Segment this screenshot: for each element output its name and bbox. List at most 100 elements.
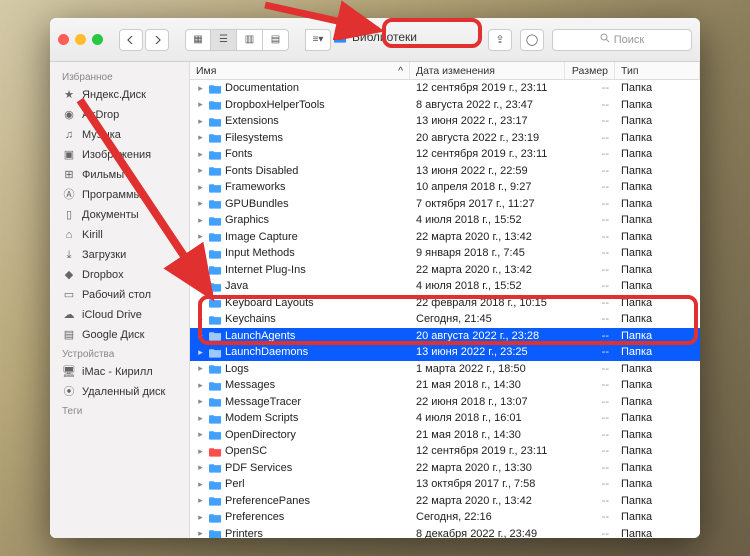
table-row[interactable]: ▸ OpenSC 12 сентября 2019 г., 23:11 -- П…	[190, 443, 700, 460]
view-gallery-button[interactable]: ▤	[263, 29, 289, 51]
sidebar-item[interactable]: ⒶПрограммы	[50, 185, 189, 205]
sidebar-item[interactable]: ◆Dropbox	[50, 265, 189, 285]
table-row[interactable]: ▸ Messages 21 мая 2018 г., 14:30 -- Папк…	[190, 377, 700, 394]
table-row[interactable]: ▸ Frameworks 10 апреля 2018 г., 9:27 -- …	[190, 179, 700, 196]
sidebar-item[interactable]: ★Яндекс.Диск	[50, 85, 189, 105]
view-column-button[interactable]: ▥	[237, 29, 263, 51]
table-row[interactable]: ▸ Modem Scripts 4 июля 2018 г., 16:01 --…	[190, 410, 700, 427]
col-size[interactable]: Размер	[565, 62, 615, 79]
table-row[interactable]: ▸ Image Capture 22 марта 2020 г., 13:42 …	[190, 229, 700, 246]
sidebar-item-label: Kirill	[82, 227, 103, 243]
disclosure-triangle-icon[interactable]: ▸	[196, 99, 205, 110]
forward-button[interactable]	[145, 29, 169, 51]
col-kind[interactable]: Тип	[615, 62, 700, 79]
disclosure-triangle-icon[interactable]: ▸	[196, 446, 205, 457]
sidebar-item[interactable]: 🖥iMac - Кирилл	[50, 362, 189, 382]
sidebar-item[interactable]: ▤Google Диск	[50, 325, 189, 345]
disclosure-triangle-icon[interactable]: ▸	[196, 413, 205, 424]
table-row[interactable]: ▸ Documentation 12 сентября 2019 г., 23:…	[190, 80, 700, 97]
file-name: LaunchAgents	[225, 330, 295, 342]
table-row[interactable]: ▸ Extensions 13 июня 2022 г., 23:17 -- П…	[190, 113, 700, 130]
disclosure-triangle-icon[interactable]: ▸	[196, 479, 205, 490]
table-row[interactable]: ▸ Java 4 июля 2018 г., 15:52 -- Папка	[190, 278, 700, 295]
sidebar-item[interactable]: ☁iCloud Drive	[50, 305, 189, 325]
sidebar-item[interactable]: ⌂Kirill	[50, 225, 189, 245]
file-date: 7 октября 2017 г., 11:27	[410, 198, 565, 210]
disclosure-triangle-icon[interactable]: ▸	[196, 347, 205, 358]
table-row[interactable]: ▸ Keyboard Layouts 22 февраля 2018 г., 1…	[190, 295, 700, 312]
sidebar-item-icon: ▯	[62, 207, 76, 223]
col-date[interactable]: Дата изменения	[410, 62, 565, 79]
folder-icon	[208, 330, 222, 342]
sidebar-item[interactable]: ▣Изображения	[50, 145, 189, 165]
disclosure-triangle-icon[interactable]: ▸	[196, 165, 205, 176]
table-row[interactable]: ▸ Keychains Сегодня, 21:45 -- Папка	[190, 311, 700, 328]
tags-button[interactable]: ◯	[520, 29, 544, 51]
close-button[interactable]	[58, 34, 69, 45]
file-size: --	[565, 396, 615, 408]
disclosure-triangle-icon[interactable]: ▸	[196, 198, 205, 209]
disclosure-triangle-icon[interactable]: ▸	[196, 149, 205, 160]
table-row[interactable]: ▸ Internet Plug-Ins 22 марта 2020 г., 13…	[190, 262, 700, 279]
sidebar-item[interactable]: ▯Документы	[50, 205, 189, 225]
disclosure-triangle-icon[interactable]: ▸	[196, 396, 205, 407]
disclosure-triangle-icon[interactable]: ▸	[196, 248, 205, 259]
table-row[interactable]: ▸ Fonts Disabled 13 июня 2022 г., 22:59 …	[190, 163, 700, 180]
table-row[interactable]: ▸ MessageTracer 22 июня 2018 г., 13:07 -…	[190, 394, 700, 411]
view-icon-button[interactable]: ▦	[185, 29, 211, 51]
sidebar-item[interactable]: ⊞Фильмы	[50, 165, 189, 185]
disclosure-triangle-icon[interactable]: ▸	[196, 297, 205, 308]
disclosure-triangle-icon[interactable]: ▸	[196, 462, 205, 473]
table-row[interactable]: ▸ Preferences Сегодня, 22:16 -- Папка	[190, 509, 700, 526]
file-date: 12 сентября 2019 г., 23:11	[410, 148, 565, 160]
minimize-button[interactable]	[75, 34, 86, 45]
disclosure-triangle-icon[interactable]: ▸	[196, 116, 205, 127]
table-row[interactable]: ▸ LaunchAgents 20 августа 2022 г., 23:28…	[190, 328, 700, 345]
table-row[interactable]: ▸ PreferencePanes 22 марта 2020 г., 13:4…	[190, 493, 700, 510]
disclosure-triangle-icon[interactable]: ▸	[196, 231, 205, 242]
table-row[interactable]: ▸ Perl 13 октября 2017 г., 7:58 -- Папка	[190, 476, 700, 493]
col-name[interactable]: Имя ^	[190, 62, 410, 79]
disclosure-triangle-icon[interactable]: ▸	[196, 363, 205, 374]
table-row[interactable]: ▸ Logs 1 марта 2022 г., 18:50 -- Папка	[190, 361, 700, 378]
disclosure-triangle-icon[interactable]: ▸	[196, 182, 205, 193]
file-size: --	[565, 330, 615, 342]
disclosure-triangle-icon[interactable]: ▸	[196, 264, 205, 275]
table-row[interactable]: ▸ PDF Services 22 марта 2020 г., 13:30 -…	[190, 460, 700, 477]
view-switcher: ▦ ☰ ▥ ▤	[185, 29, 289, 51]
search-field[interactable]: Поиск	[552, 29, 692, 51]
table-row[interactable]: ▸ Input Methods 9 января 2018 г., 7:45 -…	[190, 245, 700, 262]
disclosure-triangle-icon[interactable]: ▸	[196, 132, 205, 143]
table-row[interactable]: ▸ Fonts 12 сентября 2019 г., 23:11 -- Па…	[190, 146, 700, 163]
file-size: --	[565, 115, 615, 127]
sidebar-item[interactable]: ⤓Загрузки	[50, 245, 189, 265]
disclosure-triangle-icon[interactable]: ▸	[196, 380, 205, 391]
table-row[interactable]: ▸ LaunchDaemons 13 июня 2022 г., 23:25 -…	[190, 344, 700, 361]
sidebar-item[interactable]: ▭Рабочий стол	[50, 285, 189, 305]
disclosure-triangle-icon[interactable]: ▸	[196, 83, 205, 94]
table-row[interactable]: ▸ Graphics 4 июля 2018 г., 15:52 -- Папк…	[190, 212, 700, 229]
share-button[interactable]: ⇪	[488, 29, 512, 51]
sidebar-item[interactable]: ♫Музыка	[50, 125, 189, 145]
zoom-button[interactable]	[92, 34, 103, 45]
view-list-button[interactable]: ☰	[211, 29, 237, 51]
table-row[interactable]: ▸ Printers 8 декабря 2022 г., 23:49 -- П…	[190, 526, 700, 539]
sidebar-item[interactable]: ⦿Удаленный диск	[50, 382, 189, 402]
disclosure-triangle-icon[interactable]: ▸	[196, 215, 205, 226]
table-row[interactable]: ▸ Filesystems 20 августа 2022 г., 23:19 …	[190, 130, 700, 147]
back-button[interactable]	[119, 29, 143, 51]
disclosure-triangle-icon[interactable]: ▸	[196, 429, 205, 440]
table-row[interactable]: ▸ OpenDirectory 21 мая 2018 г., 14:30 --…	[190, 427, 700, 444]
sidebar-item-label: Удаленный диск	[82, 384, 165, 400]
disclosure-triangle-icon[interactable]: ▸	[196, 528, 205, 538]
disclosure-triangle-icon[interactable]: ▸	[196, 512, 205, 523]
sidebar-item[interactable]: ◉AirDrop	[50, 105, 189, 125]
disclosure-triangle-icon[interactable]: ▸	[196, 314, 205, 325]
disclosure-triangle-icon[interactable]: ▸	[196, 281, 205, 292]
disclosure-triangle-icon[interactable]: ▸	[196, 495, 205, 506]
disclosure-triangle-icon[interactable]: ▸	[196, 330, 205, 341]
table-row[interactable]: ▸ DropboxHelperTools 8 августа 2022 г., …	[190, 97, 700, 114]
table-row[interactable]: ▸ GPUBundles 7 октября 2017 г., 11:27 --…	[190, 196, 700, 213]
folder-icon	[208, 82, 222, 94]
sidebar-item-label: Программы	[82, 187, 141, 203]
